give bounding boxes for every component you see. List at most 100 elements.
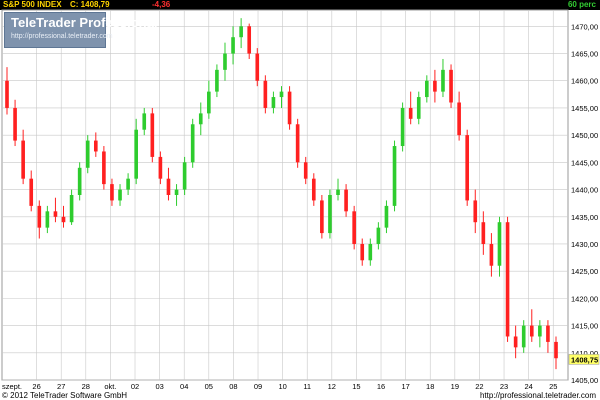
y-tick-label: 1415,00	[571, 322, 598, 331]
x-tick-label: 15	[352, 382, 360, 391]
candle-body	[408, 107, 413, 119]
candle-body	[287, 91, 292, 125]
candlestick-series	[5, 18, 558, 370]
candle-body	[352, 211, 356, 244]
y-tick-label: 1420,00	[571, 294, 598, 303]
x-tick-label: 16	[377, 382, 385, 391]
candle-body	[69, 195, 74, 223]
candle-body	[465, 135, 470, 201]
candle-body	[231, 37, 235, 54]
x-tick-label: 09	[254, 382, 262, 391]
candle-body	[215, 69, 219, 92]
y-tick-label: 1435,00	[571, 213, 598, 222]
candle-body	[174, 189, 179, 195]
candle-body	[392, 146, 397, 206]
x-tick-label: 24	[524, 382, 532, 391]
candle-body	[5, 80, 9, 108]
candle-body	[53, 211, 58, 217]
candle-body	[166, 178, 171, 195]
candle-body	[102, 151, 106, 185]
candle-body	[198, 113, 203, 125]
x-tick-label: 26	[32, 382, 40, 391]
candle-body	[263, 80, 268, 108]
x-tick-label: 03	[155, 382, 163, 391]
candle-body	[457, 102, 461, 136]
logo-name: TeleTrader Professional	[11, 15, 158, 30]
candle-body	[328, 195, 332, 234]
x-tick-label: 28	[82, 382, 90, 391]
candle-body	[311, 178, 316, 201]
x-tick-label: 17	[401, 382, 409, 391]
candle-body	[336, 189, 340, 195]
candle-body	[150, 113, 155, 157]
candle-body	[360, 243, 365, 261]
x-tick-label: 08	[229, 382, 237, 391]
x-tick-label: 04	[180, 382, 188, 391]
x-tick-label: 02	[131, 382, 139, 391]
candle-body	[521, 325, 526, 348]
candle-body	[400, 107, 405, 147]
chart-grid	[1, 9, 569, 381]
candle-body	[344, 189, 348, 212]
y-tick-label: 1425,00	[571, 267, 598, 276]
candle-body	[223, 53, 227, 70]
candle-body	[255, 53, 260, 81]
y-tick-label: 1455,00	[571, 104, 598, 113]
candle-body	[61, 216, 66, 223]
x-tick-label: 11	[303, 382, 311, 391]
candle-body	[207, 91, 211, 114]
y-tick-label: 1465,00	[571, 50, 598, 59]
y-tick-label: 1445,00	[571, 158, 598, 167]
teletrader-logo: TeleTrader Professional http://professio…	[4, 12, 157, 48]
candle-body	[376, 227, 381, 244]
candle-body	[134, 129, 138, 179]
candle-body	[441, 69, 445, 92]
candle-body	[416, 97, 421, 119]
price-axis: 1405,001410,001415,001420,001425,001430,…	[568, 22, 600, 385]
candle-body	[271, 97, 276, 108]
candle-body	[529, 325, 534, 337]
candle-body	[45, 211, 50, 228]
candle-body	[13, 107, 17, 141]
candle-body	[303, 162, 308, 179]
copyright-text: © 2012 TeleTrader Software GmbH	[2, 391, 128, 400]
x-tick-label: 05	[205, 382, 213, 391]
time-axis: szept. 26 27 28 okt. 02 03 04 05 08 09 10 11 12 15 16 17…	[2, 382, 557, 391]
candle-body	[110, 184, 114, 201]
price-chart: 1405,001410,001415,001420,001425,001430,…	[1, 9, 600, 391]
x-tick-label: 12	[328, 382, 336, 391]
candle-body	[538, 325, 542, 337]
candle-body	[513, 336, 518, 348]
candle-body	[93, 140, 98, 152]
y-tick-label: 1405,00	[571, 376, 598, 385]
candle-body	[473, 200, 478, 223]
y-tick-label: 1460,00	[571, 77, 598, 86]
y-tick-label: 1440,00	[571, 186, 598, 195]
candle-body	[37, 205, 42, 228]
candle-body	[247, 26, 252, 54]
y-tick-label: 1470,00	[571, 22, 598, 31]
logo-url: http://professional.teletrader.com	[11, 33, 113, 40]
candle-body	[295, 124, 300, 163]
y-tick-label: 1430,00	[571, 240, 598, 249]
last-price-label: 1408,75	[571, 355, 598, 364]
x-tick-label: 19	[451, 382, 459, 391]
candle-body	[546, 325, 550, 342]
candle-body	[85, 140, 90, 168]
plot-frame	[1, 9, 569, 381]
candle-body	[497, 222, 502, 266]
candle-body	[554, 341, 558, 359]
x-tick-label: szept.	[2, 382, 22, 391]
x-tick-label: 27	[57, 382, 65, 391]
x-tick-label: okt.	[104, 382, 116, 391]
candle-body	[29, 178, 34, 206]
candle-body	[158, 156, 163, 179]
candle-body	[425, 80, 429, 98]
candle-body	[182, 162, 187, 190]
candle-body	[368, 243, 373, 261]
candle-body	[505, 222, 510, 337]
candle-body	[142, 113, 147, 130]
candle-body	[21, 140, 25, 179]
candle-body	[320, 200, 324, 234]
x-tick-label: 22	[475, 382, 483, 391]
